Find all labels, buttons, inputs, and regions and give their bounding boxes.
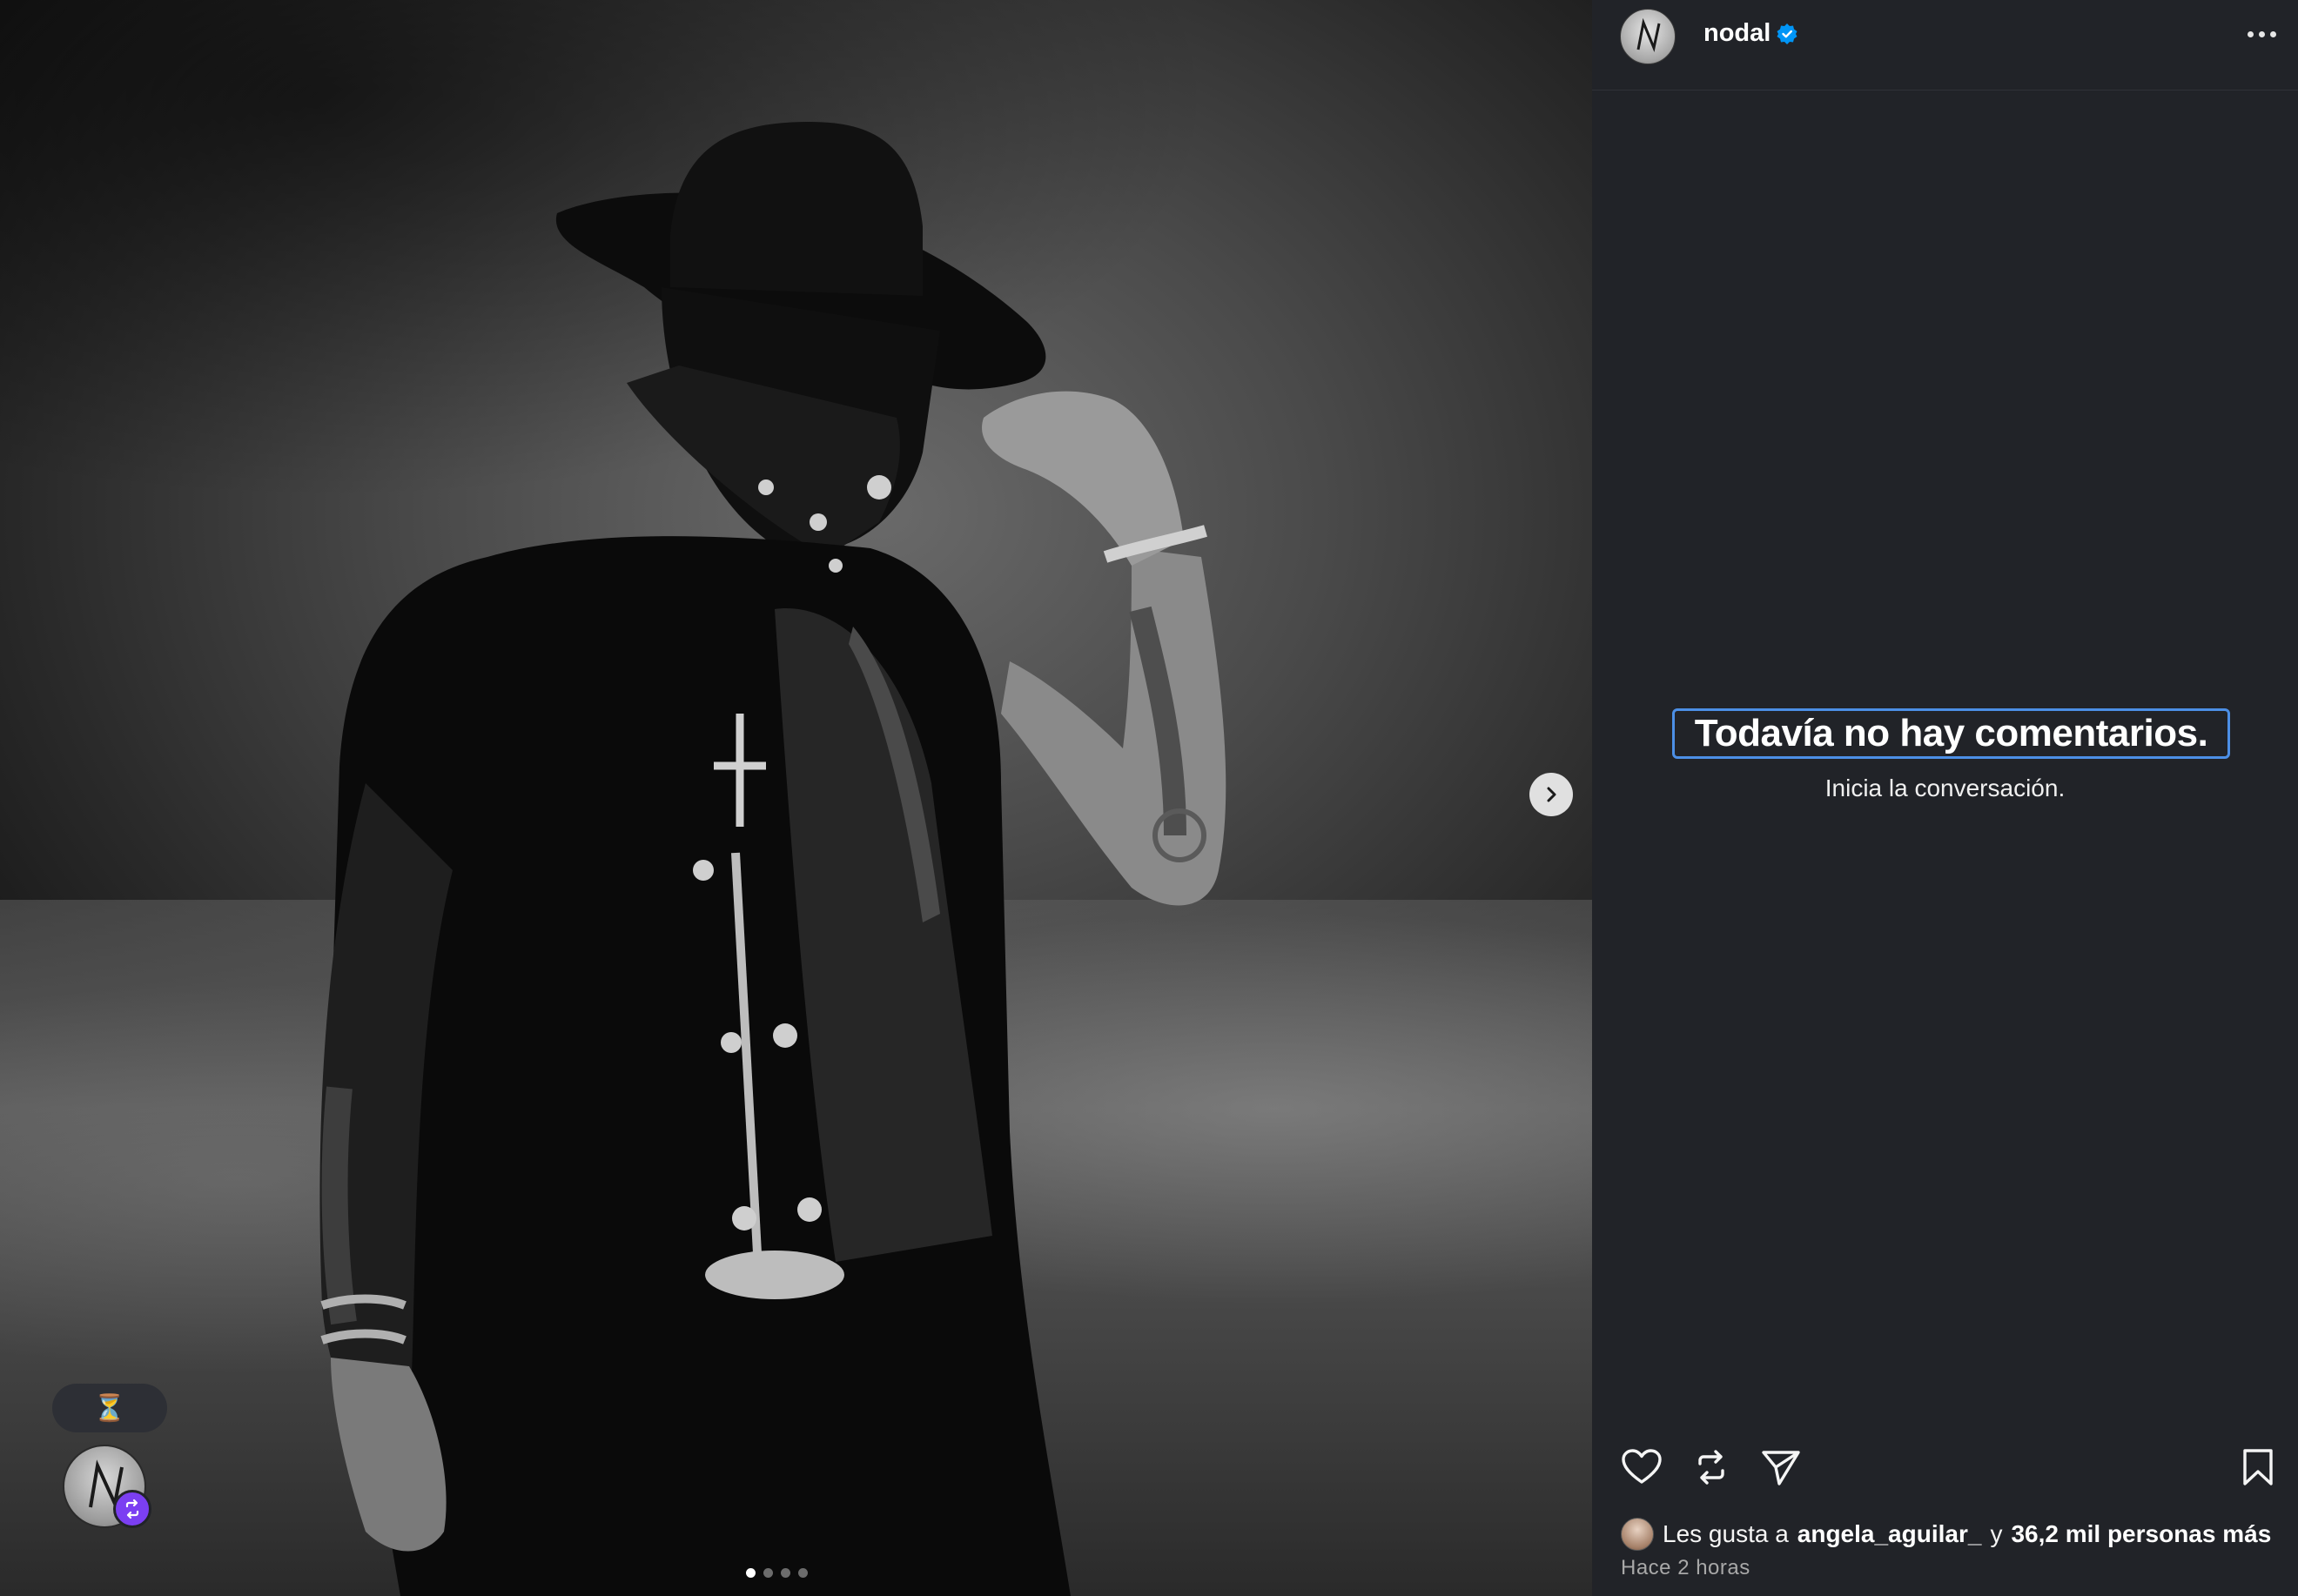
- post-timestamp: Hace 2 horas: [1621, 1556, 1750, 1579]
- repost-badge: [113, 1490, 151, 1528]
- bookmark-icon: [2243, 1449, 2273, 1485]
- carousel-indicator: [746, 1568, 808, 1578]
- username-link[interactable]: nodal: [1703, 19, 1771, 48]
- avatar[interactable]: [1620, 9, 1676, 64]
- nodal-logo-icon: [1636, 17, 1661, 53]
- chevron-right-icon: [1547, 787, 1556, 802]
- liker-username[interactable]: angela_aguilar_: [1797, 1520, 1982, 1548]
- likes-prefix: Les gusta a: [1663, 1520, 1789, 1547]
- cowboy-photo: [319, 122, 1226, 1596]
- empty-comments-title: Todavía no hay comentarios.: [1672, 708, 2230, 759]
- post-header: nodal: [1592, 0, 2298, 91]
- carousel-next-button[interactable]: [1529, 773, 1573, 816]
- carousel-dot: [763, 1568, 773, 1578]
- dot: [2269, 30, 2276, 37]
- story-badge[interactable]: ⏳: [52, 1384, 167, 1432]
- dot: [2247, 30, 2254, 37]
- carousel-dot: [781, 1568, 790, 1578]
- empty-comments-subtitle: Inicia la conversación.: [1824, 775, 2066, 801]
- share-button[interactable]: [1758, 1445, 1804, 1490]
- repost-icon: [125, 1499, 139, 1519]
- more-options-button[interactable]: [2240, 21, 2283, 47]
- carousel-dot: [798, 1568, 808, 1578]
- verified-badge-icon: [1777, 23, 1797, 44]
- dot: [2258, 30, 2265, 37]
- carousel-dot: [746, 1568, 756, 1578]
- liker-avatar: [1621, 1518, 1654, 1551]
- hourglass-icon: ⏳: [93, 1393, 126, 1423]
- likes-joiner: y: [1990, 1520, 2003, 1547]
- post-media[interactable]: ⏳: [0, 0, 1592, 1596]
- heart-icon: [1622, 1449, 1662, 1484]
- like-button[interactable]: [1619, 1445, 1664, 1490]
- repost-button[interactable]: [1689, 1445, 1734, 1490]
- action-bar: [1619, 1445, 2281, 1493]
- save-button[interactable]: [2235, 1445, 2281, 1490]
- repost-icon: [1698, 1450, 1724, 1485]
- send-icon: [1762, 1451, 1800, 1485]
- likes-summary[interactable]: Les gusta a angela_aguilar_ y 36,2 mil p…: [1621, 1518, 2271, 1551]
- likes-count[interactable]: 36,2 mil personas más: [2011, 1520, 2271, 1548]
